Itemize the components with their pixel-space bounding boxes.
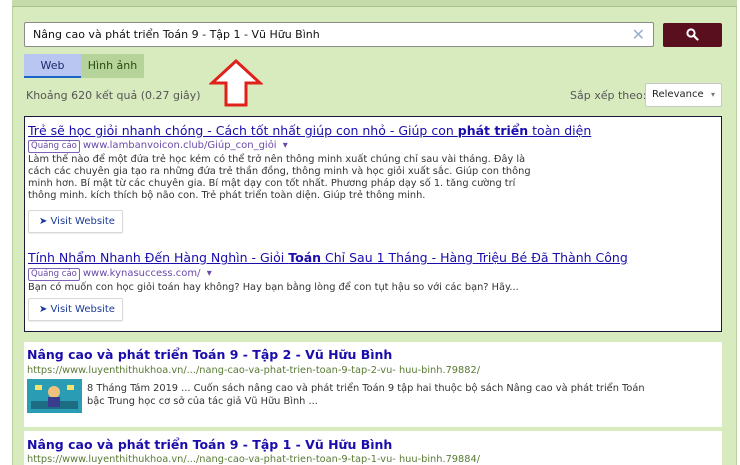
ad-url-caret[interactable]: ▾ xyxy=(207,268,212,279)
result-title-link[interactable]: Nâng cao và phát triển Toán 9 - Tập 1 - … xyxy=(27,437,392,452)
tab-web[interactable]: Web xyxy=(24,54,81,78)
search-button[interactable] xyxy=(663,23,722,47)
sort-value: Relevance xyxy=(652,89,704,100)
visit-website-button[interactable]: ➤ Visit Website xyxy=(28,210,123,233)
result-snippet: 8 Tháng Tám 2019 ... Cuốn sách nâng cao … xyxy=(87,383,645,407)
ad-description: Bạn có muốn con học giỏi toán hay không?… xyxy=(28,282,519,293)
ad-badge: Quảng cáo xyxy=(28,140,80,153)
results-count: Khoảng 620 kết quả (0.27 giây) xyxy=(26,89,201,102)
search-result: Nâng cao và phát triển Toán 9 - Tập 2 - … xyxy=(24,342,722,427)
result-title-link[interactable]: Nâng cao và phát triển Toán 9 - Tập 2 - … xyxy=(27,347,392,362)
top-bar xyxy=(12,0,737,7)
ad-title-link[interactable]: Trẻ sẽ học giỏi nhanh chóng - Cách tốt n… xyxy=(28,123,591,138)
search-input[interactable]: Nâng cao và phát triển Toán 9 - Tập 1 - … xyxy=(24,22,654,47)
search-query-text: Nâng cao và phát triển Toán 9 - Tập 1 - … xyxy=(33,28,320,41)
chevron-down-icon: ▾ xyxy=(710,90,715,99)
sort-select[interactable]: Relevance ▾ xyxy=(645,83,722,107)
ad-url-caret[interactable]: ▾ xyxy=(283,140,288,151)
search-icon xyxy=(686,28,699,41)
close-icon[interactable]: ✕ xyxy=(632,25,645,45)
ad-url[interactable]: www.lambanvoicon.club/Giúp_con_giỏi xyxy=(83,140,277,151)
result-thumbnail[interactable] xyxy=(27,379,82,413)
ad-meta: Quảng cáo www.kynasuccess.com/ ▾ xyxy=(28,268,212,281)
visit-website-button[interactable]: ➤ Visit Website xyxy=(28,298,123,321)
ad-description: Làm thế nào để một đứa trẻ học kém có th… xyxy=(28,154,531,201)
ad-url[interactable]: www.kynasuccess.com/ xyxy=(83,268,201,279)
tab-images[interactable]: Hình ảnh xyxy=(81,54,144,78)
ad-badge: Quảng cáo xyxy=(28,268,80,281)
ad-meta: Quảng cáo www.lambanvoicon.club/Giúp_con_… xyxy=(28,140,288,153)
book-cover-icon xyxy=(27,379,82,413)
result-url: https://www.luyenthithukhoa.vn/.../nang-… xyxy=(27,454,481,465)
sort-label: Sắp xếp theo: xyxy=(570,89,647,102)
ads-section: Trẻ sẽ học giỏi nhanh chóng - Cách tốt n… xyxy=(24,116,722,332)
search-result: Nâng cao và phát triển Toán 9 - Tập 1 - … xyxy=(24,431,722,465)
ad-title-link[interactable]: Tính Nhẩm Nhanh Đến Hàng Nghìn - Giỏi To… xyxy=(28,250,628,265)
result-url: https://www.luyenthithukhoa.vn/.../nang-… xyxy=(27,365,481,376)
up-arrow-icon xyxy=(209,59,263,107)
